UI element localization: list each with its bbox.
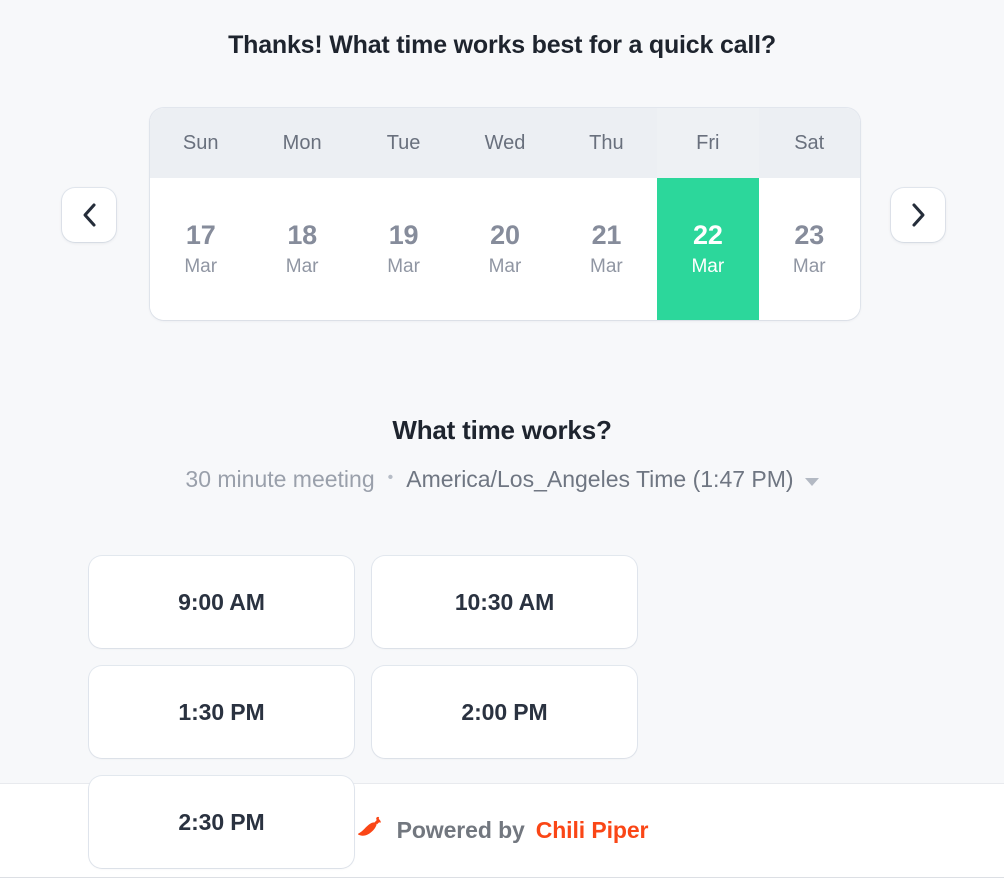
calendar-date-strip: Sun Mon Tue Wed Thu Fri Sat 17 Mar 18 Ma… bbox=[0, 108, 1004, 323]
day-cell-21-mar[interactable]: 21 Mar bbox=[556, 178, 657, 320]
meeting-details-line: 30 minute meeting • America/Los_Angeles … bbox=[0, 466, 1004, 493]
calendar-weekday-header: Sun Mon Tue Wed Thu Fri Sat bbox=[150, 108, 860, 178]
day-month: Mar bbox=[488, 255, 522, 277]
weekday-label-thu: Thu bbox=[589, 131, 624, 154]
weekday-label-wed: Wed bbox=[484, 131, 526, 154]
day-cell-20-mar[interactable]: 20 Mar bbox=[454, 178, 555, 320]
time-picker-heading: What time works? bbox=[392, 415, 612, 445]
next-week-button[interactable] bbox=[891, 188, 945, 242]
day-number: 17 bbox=[185, 219, 216, 250]
day-month: Mar bbox=[387, 255, 420, 277]
separator-dot: • bbox=[387, 468, 394, 486]
day-cell-18-mar[interactable]: 18 Mar bbox=[251, 178, 352, 320]
chevron-left-icon bbox=[81, 202, 98, 228]
time-slot-button[interactable]: 10:30 AM bbox=[372, 556, 637, 648]
meeting-duration-label: 30 minute meeting bbox=[185, 466, 375, 492]
day-number: 19 bbox=[388, 219, 419, 250]
previous-week-button[interactable] bbox=[62, 188, 116, 242]
day-number: 20 bbox=[490, 219, 520, 250]
chevron-right-icon bbox=[910, 202, 927, 228]
day-month: Mar bbox=[691, 255, 725, 277]
scheduler-body: Thanks! What time works best for a quick… bbox=[0, 0, 1004, 868]
calendar-day-cells: 17 Mar 18 Mar 19 Mar 20 Mar 21 Mar 22 Ma… bbox=[150, 178, 860, 320]
day-cell-23-mar[interactable]: 23 Mar bbox=[759, 178, 860, 320]
day-cell-19-mar[interactable]: 19 Mar bbox=[353, 178, 454, 320]
day-number: 23 bbox=[794, 219, 825, 250]
day-number: 18 bbox=[287, 219, 317, 250]
scheduler-screen: Thanks! What time works best for a quick… bbox=[0, 0, 1004, 878]
timezone-selector[interactable]: America/Los_Angeles Time (1:47 PM) bbox=[406, 466, 793, 493]
day-month: Mar bbox=[792, 255, 826, 277]
chevron-down-icon[interactable] bbox=[804, 477, 819, 486]
time-slot-button[interactable]: 2:00 PM bbox=[372, 666, 637, 758]
page-title: Thanks! What time works best for a quick… bbox=[228, 31, 776, 59]
day-number: 22 bbox=[693, 219, 723, 250]
weekday-label-tue: Tue bbox=[386, 131, 421, 154]
weekday-label-sat: Sat bbox=[794, 131, 825, 154]
weekday-label-sun: Sun bbox=[182, 131, 219, 154]
day-cell-17-mar[interactable]: 17 Mar bbox=[150, 178, 251, 320]
time-slot-button[interactable]: 1:30 PM bbox=[89, 666, 354, 758]
time-slot-button[interactable]: 9:00 AM bbox=[89, 556, 354, 648]
time-slot-list: 9:00 AM 10:30 AM 1:30 PM 2:00 PM 2:30 PM bbox=[89, 556, 919, 868]
day-month: Mar bbox=[184, 255, 218, 277]
day-month: Mar bbox=[285, 255, 319, 277]
day-number: 21 bbox=[591, 219, 622, 250]
calendar-card: Sun Mon Tue Wed Thu Fri Sat 17 Mar 18 Ma… bbox=[150, 108, 860, 320]
time-slot-button[interactable]: 2:30 PM bbox=[89, 776, 354, 868]
day-month: Mar bbox=[590, 255, 623, 277]
weekday-label-mon: Mon bbox=[282, 131, 322, 154]
weekday-label-fri: Fri bbox=[657, 108, 759, 178]
day-cell-22-mar-selected[interactable]: 22 Mar bbox=[657, 178, 759, 320]
